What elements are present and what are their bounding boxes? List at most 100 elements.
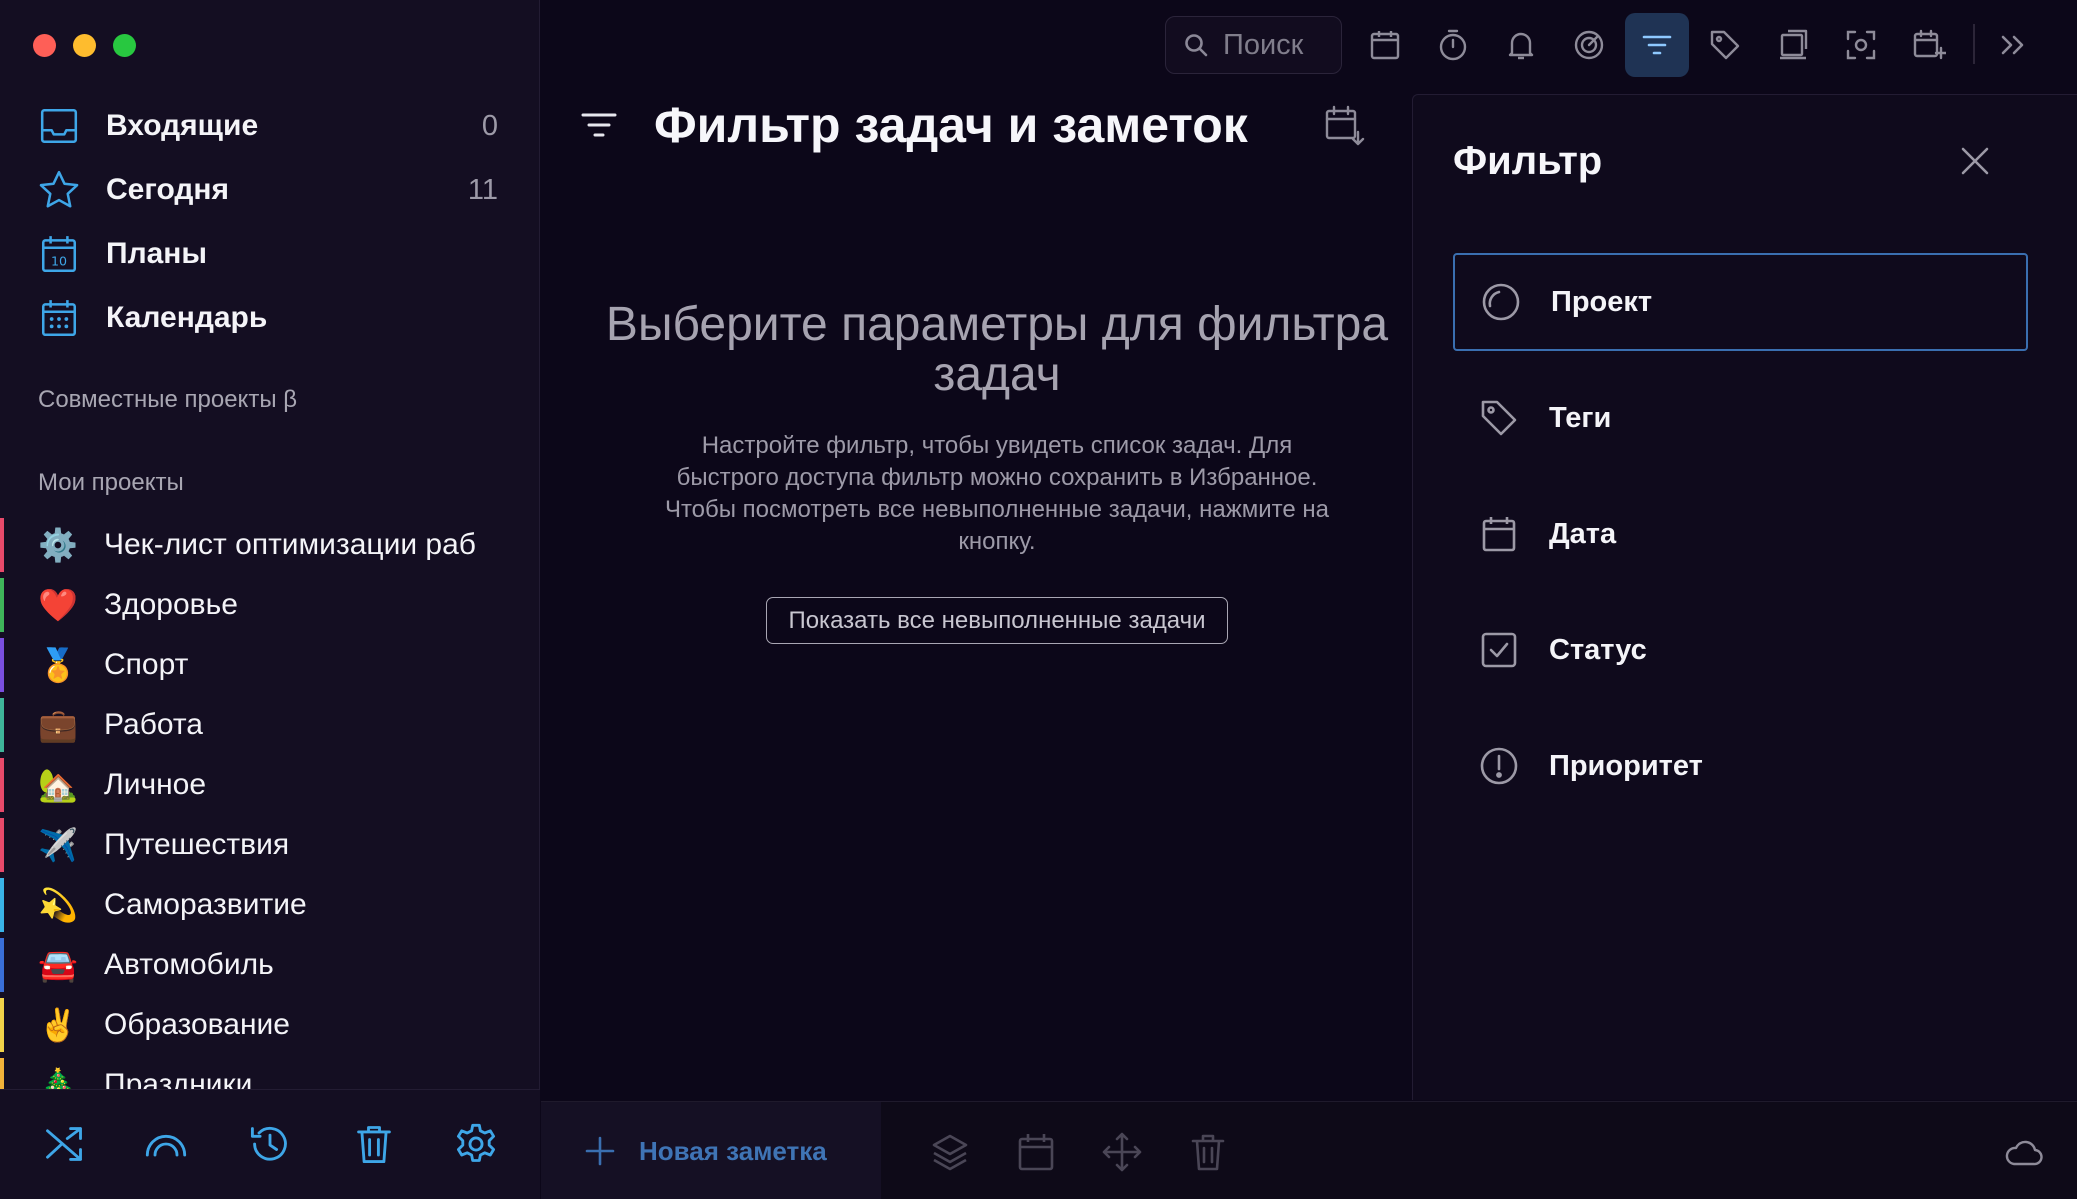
move-icon[interactable]	[1101, 1131, 1143, 1173]
project-item[interactable]: 🚘 Автомобиль	[0, 935, 540, 995]
calendar-icon	[1368, 28, 1402, 62]
tag-icon	[1479, 398, 1519, 438]
filter-panel: Фильтр Проект Теги Дата Статус Приоритет	[1412, 94, 2077, 1100]
trash-icon[interactable]	[1187, 1131, 1229, 1173]
filter-option-project[interactable]: Проект	[1453, 253, 2028, 351]
expand-panel-button[interactable]	[1981, 13, 2045, 77]
project-circle-icon	[1481, 282, 1521, 322]
calendar-button[interactable]	[1353, 13, 1417, 77]
calendar-icon	[1479, 514, 1519, 554]
add-to-calendar-button[interactable]	[1897, 13, 1961, 77]
tags-button[interactable]	[1693, 13, 1757, 77]
focus-icon	[1844, 28, 1878, 62]
project-list: ⚙️ Чек-лист оптимизации работы ❤️ Здоров…	[0, 515, 540, 1090]
timer-button[interactable]	[1421, 13, 1485, 77]
project-color-bar	[0, 518, 4, 572]
new-note-button[interactable]: Новая заметка	[541, 1102, 881, 1199]
project-color-bar	[0, 758, 4, 812]
priority-icon	[1479, 746, 1519, 786]
medal-icon: 🏅	[38, 646, 78, 684]
filter-option-label: Проект	[1551, 285, 1653, 318]
chart-icon	[1572, 28, 1606, 62]
filter-option-label: Статус	[1549, 633, 1647, 666]
project-item[interactable]: ⚙️ Чек-лист оптимизации работы	[0, 515, 540, 575]
filter-option-label: Теги	[1549, 401, 1612, 434]
calendar-download-icon[interactable]	[1322, 104, 1366, 148]
project-label: Здоровье	[104, 588, 238, 621]
plus-icon	[583, 1134, 617, 1168]
show-all-incomplete-button[interactable]: Показать все невыполненные задачи	[766, 597, 1228, 644]
project-label: Работа	[104, 708, 203, 741]
search-input[interactable]	[1223, 28, 1333, 62]
filter-option-label: Приоритет	[1549, 749, 1703, 782]
project-label: Саморазвитие	[104, 888, 307, 921]
project-label: Спорт	[104, 648, 189, 681]
project-label: Образование	[104, 1008, 290, 1041]
sidebar-item-plans[interactable]: 10 Планы	[0, 222, 540, 286]
filter-option-date[interactable]: Дата	[1453, 485, 2028, 583]
sidebar-item-calendar[interactable]: Календарь	[0, 286, 540, 350]
airplane-icon: ✈️	[38, 826, 78, 864]
sidebar-item-today[interactable]: Сегодня 11	[0, 158, 540, 222]
layers-icon[interactable]	[929, 1131, 971, 1173]
focus-button[interactable]	[1829, 13, 1893, 77]
project-item[interactable]: 🏅 Спорт	[0, 635, 540, 695]
sidebar-item-label: Входящие	[106, 109, 259, 142]
project-item[interactable]: 🎄 Праздники	[0, 1055, 540, 1090]
calendar-grid-icon	[38, 297, 80, 339]
inbox-icon	[38, 105, 80, 147]
new-note-label: Новая заметка	[639, 1135, 827, 1166]
toolbar-divider	[1973, 24, 1975, 64]
my-projects-heading[interactable]: Мои проекты	[38, 469, 184, 497]
project-item[interactable]: ✈️ Путешествия	[0, 815, 540, 875]
rainbow-icon[interactable]	[144, 1122, 188, 1166]
project-item[interactable]: ❤️ Здоровье	[0, 575, 540, 635]
window-zoom-button[interactable]	[113, 34, 136, 57]
project-label: Чек-лист оптимизации работы	[104, 528, 476, 561]
filter-icon	[1640, 28, 1674, 62]
search-box[interactable]	[1165, 16, 1342, 74]
filter-panel-title: Фильтр	[1453, 139, 1603, 183]
project-color-bar	[0, 878, 4, 932]
sidebar-item-label: Планы	[106, 237, 208, 270]
project-item[interactable]: 💼 Работа	[0, 695, 540, 755]
shuffle-icon[interactable]	[42, 1122, 86, 1166]
stats-button[interactable]	[1557, 13, 1621, 77]
project-color-bar	[0, 1058, 4, 1090]
window-minimize-button[interactable]	[73, 34, 96, 57]
search-icon	[1183, 32, 1209, 58]
filter-option-priority[interactable]: Приоритет	[1453, 717, 2028, 815]
filter-option-status[interactable]: Статус	[1453, 601, 2028, 699]
history-icon[interactable]	[248, 1122, 292, 1166]
filter-button[interactable]	[1625, 13, 1689, 77]
cloud-icon[interactable]	[2003, 1134, 2043, 1170]
house-icon: 🏡	[38, 766, 78, 804]
project-color-bar	[0, 698, 4, 752]
filter-menu-icon[interactable]	[578, 104, 620, 146]
calendar-icon[interactable]	[1015, 1131, 1057, 1173]
project-item[interactable]: 💫 Саморазвитие	[0, 875, 540, 935]
add-calendar-icon	[1912, 28, 1946, 62]
project-color-bar	[0, 638, 4, 692]
window-close-button[interactable]	[33, 34, 56, 57]
shared-projects-heading[interactable]: Совместные проекты β	[38, 386, 297, 414]
project-item[interactable]: ✌️ Образование	[0, 995, 540, 1055]
close-icon[interactable]	[1957, 143, 1993, 179]
trash-icon[interactable]	[352, 1122, 396, 1166]
project-item[interactable]: 🏡 Личное	[0, 755, 540, 815]
empty-state-text: Настройте фильтр, чтобы увидеть список з…	[664, 432, 1330, 555]
project-color-bar	[0, 998, 4, 1052]
notes-button[interactable]	[1761, 13, 1825, 77]
note-icon	[1776, 28, 1810, 62]
project-label: Путешествия	[104, 828, 290, 861]
settings-icon[interactable]	[454, 1122, 498, 1166]
bottom-bar: Новая заметка	[541, 1101, 2077, 1199]
filter-option-label: Дата	[1549, 517, 1617, 550]
sidebar-item-inbox[interactable]: Входящие 0	[0, 94, 540, 158]
heart-icon: ❤️	[38, 586, 78, 624]
filter-option-tags[interactable]: Теги	[1453, 369, 2028, 467]
notifications-button[interactable]	[1489, 13, 1553, 77]
car-icon: 🚘	[38, 946, 78, 984]
sidebar-item-count: 0	[481, 109, 498, 142]
page-title: Фильтр задач и заметок	[654, 97, 1248, 153]
